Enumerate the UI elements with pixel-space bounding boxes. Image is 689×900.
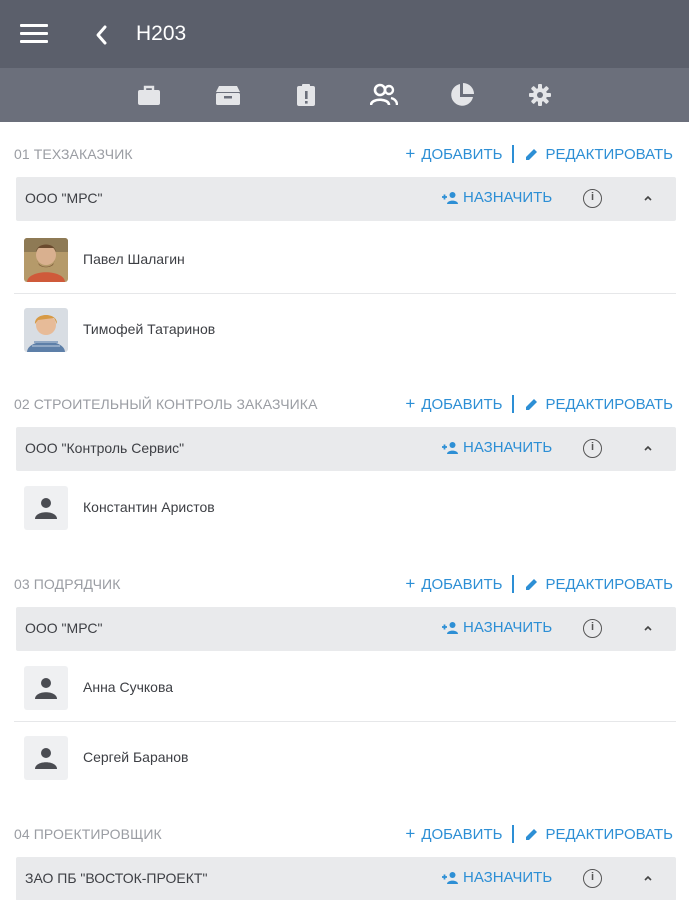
organization-name: ЗАО ПБ "ВОСТОК-ПРОЕКТ"	[25, 870, 208, 886]
add-button[interactable]: + ДОБАВИТЬ	[405, 574, 502, 593]
divider	[512, 145, 515, 163]
assign-button[interactable]: НАЗНАЧИТЬ	[442, 619, 552, 636]
avatar	[24, 308, 68, 352]
section-title: 02 СТРОИТЕЛЬНЫЙ КОНТРОЛЬ ЗАКАЗЧИКА	[14, 396, 318, 412]
info-icon[interactable]: i	[583, 619, 602, 638]
organization-row[interactable]: ООО "МРС" НАЗНАЧИТЬ i	[16, 177, 676, 221]
add-person-icon	[442, 191, 458, 204]
add-button[interactable]: + ДОБАВИТЬ	[405, 824, 502, 843]
tab-briefcase[interactable]	[135, 81, 163, 109]
organization-row[interactable]: ООО "Контроль Сервис" НАЗНАЧИТЬ i	[16, 427, 676, 471]
person-row[interactable]: Анна Сучкова	[14, 652, 676, 722]
person-name: Анна Сучкова	[83, 679, 174, 695]
edit-button[interactable]: РЕДАКТИРОВАТЬ	[526, 396, 673, 413]
edit-button[interactable]: РЕДАКТИРОВАТЬ	[526, 576, 673, 593]
add-person-icon	[442, 871, 458, 884]
section-actions: + ДОБАВИТЬ РЕДАКТИРОВАТЬ	[405, 575, 673, 593]
tab-archive[interactable]	[214, 81, 242, 109]
person-name: Сергей Баранов	[83, 749, 189, 765]
add-button[interactable]: + ДОБАВИТЬ	[405, 394, 502, 413]
section-title: 03 ПОДРЯДЧИК	[14, 576, 121, 592]
section-header: 04 ПРОЕКТИРОВЩИК + ДОБАВИТЬ РЕДАКТИРОВАТЬ	[14, 822, 673, 846]
avatar-placeholder	[24, 486, 68, 530]
archive-icon	[216, 86, 240, 105]
person-name: Тимофей Татаринов	[83, 321, 216, 337]
chevron-up-icon[interactable]	[640, 871, 656, 885]
people-icon	[370, 83, 398, 106]
tab-issues[interactable]	[292, 81, 320, 109]
plus-icon: +	[405, 144, 416, 163]
section-header: 02 СТРОИТЕЛЬНЫЙ КОНТРОЛЬ ЗАКАЗЧИКА + ДОБА…	[14, 392, 673, 416]
section-header: 01 ТЕХЗАКАЗЧИК + ДОБАВИТЬ РЕДАКТИРОВАТЬ	[14, 142, 673, 166]
info-icon[interactable]: i	[583, 869, 602, 888]
pencil-icon	[526, 829, 538, 840]
pencil-icon	[526, 149, 538, 160]
assign-button[interactable]: НАЗНАЧИТЬ	[442, 869, 552, 886]
chevron-up-icon[interactable]	[640, 441, 656, 455]
avatar-placeholder	[24, 736, 68, 780]
person-row[interactable]: Сергей Баранов	[14, 722, 676, 792]
section-actions: + ДОБАВИТЬ РЕДАКТИРОВАТЬ	[405, 395, 673, 413]
add-person-icon	[442, 441, 458, 454]
info-icon[interactable]: i	[583, 189, 602, 208]
organization-name: ООО "МРС"	[25, 190, 103, 206]
briefcase-icon	[138, 85, 160, 105]
tab-settings[interactable]	[526, 81, 554, 109]
person-icon	[35, 498, 57, 519]
organization-name: ООО "МРС"	[25, 620, 103, 636]
person-name: Константин Аристов	[83, 499, 215, 515]
person-row[interactable]: Константин Аристов	[14, 472, 676, 542]
avatar	[24, 238, 68, 282]
page-title: H203	[136, 22, 187, 45]
organization-name: ООО "Контроль Сервис"	[25, 440, 185, 456]
tab-participants[interactable]	[370, 81, 398, 109]
gear-icon	[529, 84, 551, 106]
plus-icon: +	[405, 394, 416, 413]
add-person-icon	[442, 621, 458, 634]
section-title: 01 ТЕХЗАКАЗЧИК	[14, 146, 133, 162]
person-icon	[35, 678, 57, 699]
section-header: 03 ПОДРЯДЧИК + ДОБАВИТЬ РЕДАКТИРОВАТЬ	[14, 572, 673, 596]
clipboard-alert-icon	[297, 84, 315, 106]
app-header: H203	[0, 0, 689, 68]
edit-button[interactable]: РЕДАКТИРОВАТЬ	[526, 146, 673, 163]
person-name: Павел Шалагин	[83, 251, 185, 267]
person-icon	[35, 748, 57, 769]
chevron-up-icon[interactable]	[640, 621, 656, 635]
plus-icon: +	[405, 824, 416, 843]
section-title: 04 ПРОЕКТИРОВЩИК	[14, 826, 162, 842]
tab-bar	[0, 68, 689, 122]
menu-icon[interactable]	[20, 24, 48, 44]
add-button[interactable]: + ДОБАВИТЬ	[405, 144, 502, 163]
person-row[interactable]: Павел Шалагин	[14, 224, 676, 294]
divider	[512, 395, 515, 413]
person-row[interactable]: Тимофей Татаринов	[14, 294, 676, 364]
pencil-icon	[526, 579, 538, 590]
chevron-up-icon[interactable]	[640, 191, 656, 205]
organization-row[interactable]: ООО "МРС" НАЗНАЧИТЬ i	[16, 607, 676, 651]
assign-button[interactable]: НАЗНАЧИТЬ	[442, 189, 552, 206]
section-actions: + ДОБАВИТЬ РЕДАКТИРОВАТЬ	[405, 145, 673, 163]
avatar-placeholder	[24, 666, 68, 710]
back-arrow-icon[interactable]	[92, 22, 112, 48]
plus-icon: +	[405, 574, 416, 593]
organization-row[interactable]: ЗАО ПБ "ВОСТОК-ПРОЕКТ" НАЗНАЧИТЬ i	[16, 857, 676, 900]
tab-statistics[interactable]	[448, 81, 476, 109]
divider	[512, 575, 515, 593]
pencil-icon	[526, 399, 538, 410]
assign-button[interactable]: НАЗНАЧИТЬ	[442, 439, 552, 456]
info-icon[interactable]: i	[583, 439, 602, 458]
pie-chart-icon	[451, 83, 474, 106]
divider	[512, 825, 515, 843]
section-actions: + ДОБАВИТЬ РЕДАКТИРОВАТЬ	[405, 825, 673, 843]
edit-button[interactable]: РЕДАКТИРОВАТЬ	[526, 826, 673, 843]
